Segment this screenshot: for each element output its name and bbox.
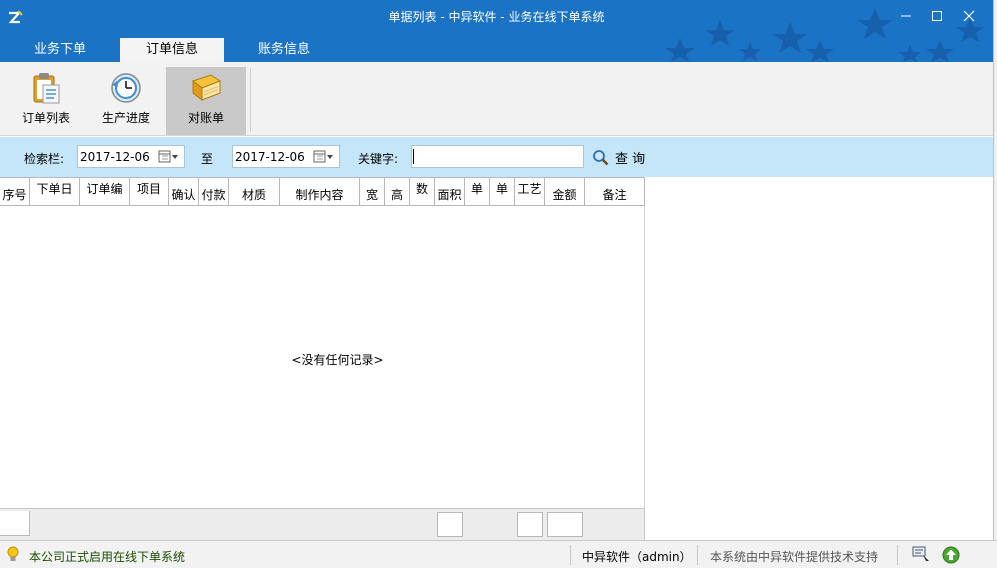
- column-header[interactable]: 备注: [585, 178, 645, 206]
- production-progress-button[interactable]: 生产进度: [86, 67, 166, 135]
- grid-body[interactable]: <没有任何记录>: [0, 206, 645, 508]
- footer-cell: [547, 512, 583, 537]
- date-from-picker[interactable]: 2017-12-06: [77, 145, 185, 168]
- order-list-button[interactable]: 订单列表: [6, 67, 86, 135]
- production-progress-label: 生产进度: [101, 111, 150, 125]
- status-support: 本系统由中异软件提供技术支持: [710, 550, 879, 564]
- main-tabs: 业务下单 订单信息 账务信息: [0, 38, 336, 62]
- column-header[interactable]: 材质: [229, 178, 280, 206]
- calendar-dropdown-icon[interactable]: [158, 150, 180, 164]
- status-company-user: 中异软件（admin）: [582, 550, 692, 564]
- calendar-dropdown-icon[interactable]: [313, 150, 335, 164]
- date-to-value: 2017-12-06: [235, 150, 305, 164]
- filter-label: 检索栏:: [24, 152, 65, 166]
- minimize-icon: [901, 15, 911, 17]
- footer-cell: [437, 512, 463, 537]
- search-bar: 检索栏: 2017-12-06 至 2017-12-06 关键字: 查 询: [0, 137, 993, 177]
- minimize-button[interactable]: [893, 5, 919, 27]
- maximize-icon: [932, 11, 942, 21]
- lightbulb-icon: [7, 546, 19, 561]
- order-list-label: 订单列表: [21, 111, 70, 125]
- grid-header: 序号 下单日 订单编 项目 确认 付款 材质 制作内容 宽 高 数 面积 单 单…: [0, 177, 645, 206]
- tab-account-info[interactable]: 账务信息: [232, 38, 336, 62]
- column-header[interactable]: 下单日: [30, 178, 80, 206]
- query-label: 查 询: [615, 151, 646, 167]
- query-button[interactable]: 查 询: [592, 148, 646, 167]
- column-header[interactable]: 单: [465, 178, 490, 206]
- to-label: 至: [201, 152, 214, 166]
- status-separator: [570, 545, 571, 565]
- clipboard-icon: [33, 73, 60, 104]
- text-caret: [413, 149, 414, 164]
- toolbar: 订单列表 生产进度 对账单: [0, 62, 993, 136]
- keyword-input[interactable]: [411, 145, 584, 168]
- progress-icon: [111, 73, 141, 103]
- window-title: 单据列表 - 中异软件 - 业务在线下单系统: [388, 10, 605, 24]
- column-header[interactable]: 项目: [130, 178, 169, 206]
- status-separator: [897, 545, 898, 565]
- column-header[interactable]: 付款: [199, 178, 229, 206]
- column-header[interactable]: 数: [410, 178, 435, 206]
- tab-business-order[interactable]: 业务下单: [8, 38, 112, 62]
- close-icon: [963, 10, 975, 22]
- maximize-button[interactable]: [924, 5, 950, 27]
- upgrade-icon[interactable]: [942, 546, 960, 564]
- title-bar: 单据列表 - 中异软件 - 业务在线下单系统 业务下单 订单信息 账务信息: [0, 0, 993, 62]
- column-header[interactable]: 序号: [0, 178, 30, 206]
- statement-button[interactable]: 对账单: [166, 67, 246, 135]
- column-header[interactable]: 面积: [435, 178, 465, 206]
- tab-order-info[interactable]: 订单信息: [120, 38, 224, 62]
- keyword-label: 关键字:: [358, 152, 399, 166]
- close-button[interactable]: [956, 5, 982, 27]
- column-header[interactable]: 单: [490, 178, 515, 206]
- column-header[interactable]: 制作内容: [280, 178, 360, 206]
- statement-label: 对账单: [187, 111, 224, 125]
- status-notice: 本公司正式启用在线下单系统: [29, 550, 186, 564]
- empty-message: <没有任何记录>: [291, 353, 384, 367]
- search-icon: [593, 149, 609, 165]
- column-header[interactable]: 高: [385, 178, 410, 206]
- toolbar-separator: [250, 68, 251, 132]
- screen-settings-icon[interactable]: [912, 546, 930, 562]
- footer-cell: [517, 512, 543, 537]
- book-icon: [191, 74, 222, 102]
- grid-footer: [0, 508, 645, 540]
- date-to-picker[interactable]: 2017-12-06: [232, 145, 340, 168]
- footer-cell: [0, 511, 30, 536]
- column-header[interactable]: 工艺: [515, 178, 545, 206]
- window-edge: [993, 0, 997, 568]
- status-separator: [697, 545, 698, 565]
- date-from-value: 2017-12-06: [80, 150, 150, 164]
- column-header[interactable]: 金额: [545, 178, 585, 206]
- column-header[interactable]: 宽: [360, 178, 385, 206]
- column-header[interactable]: 确认: [169, 178, 199, 206]
- status-bar: 本公司正式启用在线下单系统 中异软件（admin） 本系统由中异软件提供技术支持: [0, 540, 997, 568]
- column-header[interactable]: 订单编: [80, 178, 130, 206]
